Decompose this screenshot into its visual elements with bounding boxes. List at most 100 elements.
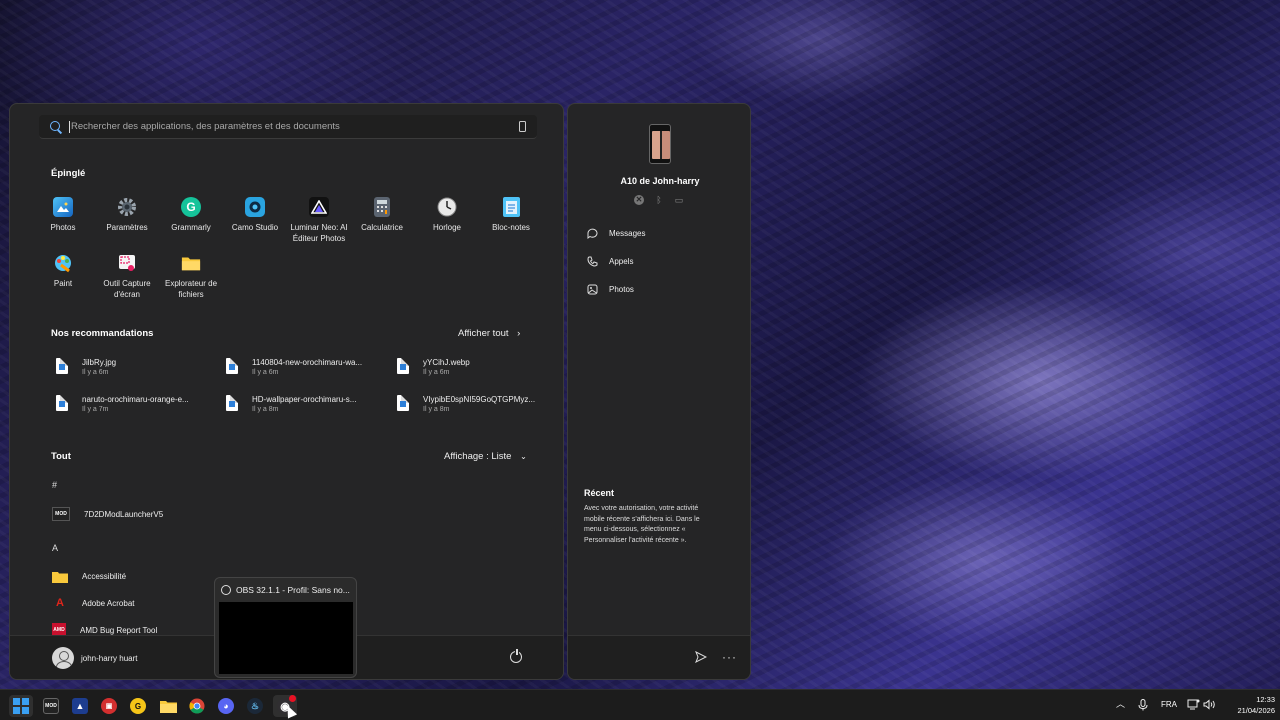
taskbar: MOD ▲ ▣ G ◕ ♨ ◉ ︿ FRA 12:33 21/04/2026	[0, 689, 1280, 720]
phone-nav-messages[interactable]: Messages	[587, 228, 645, 239]
taskbar-mod-launcher[interactable]: MOD	[39, 695, 63, 717]
recommendation-item[interactable]: 1140804-new-orochimaru-wa... Il y a 6m	[226, 358, 396, 376]
system-clock[interactable]: 12:33 21/04/2026	[1215, 694, 1275, 716]
language-indicator[interactable]: FRA	[1161, 700, 1177, 709]
mod-launcher-icon: MOD	[52, 507, 70, 521]
taskbar-app-4[interactable]: G	[126, 695, 150, 717]
recommendation-item[interactable]: HD-wallpaper-orochimaru-s... Il y a 8m	[226, 395, 396, 413]
disconnect-icon[interactable]: ✕	[634, 195, 644, 205]
microphone-icon[interactable]	[1138, 699, 1148, 715]
group-letter[interactable]: A	[52, 543, 58, 553]
view-toggle-label: Affichage : Liste	[444, 451, 512, 462]
taskbar-app-3[interactable]: ▣	[97, 695, 121, 717]
taskbar-steam[interactable]: ♨	[243, 695, 267, 717]
pinned-app-paint[interactable]: Paint	[31, 253, 95, 290]
phone-panel-footer: ···	[568, 635, 750, 679]
taskbar-discord[interactable]: ◕	[214, 695, 238, 717]
file-name: 1140804-new-orochimaru-wa...	[252, 358, 363, 367]
windows-start-icon[interactable]	[9, 695, 33, 717]
paint-icon	[53, 253, 73, 273]
app-list-label: Accessibilité	[82, 571, 127, 581]
battery-icon: ▭	[674, 195, 684, 205]
app-label: Bloc-notes	[492, 223, 530, 232]
view-toggle[interactable]: Affichage : Liste ⌄	[444, 451, 527, 462]
image-file-icon	[226, 395, 238, 411]
phone-call-icon	[587, 256, 598, 267]
app-icon-yellow: G	[130, 698, 146, 714]
app-label: Paint	[53, 279, 73, 288]
avatar[interactable]	[52, 647, 74, 669]
recommendation-item[interactable]: naruto-orochimaru-orange-e... Il y a 7m	[56, 395, 226, 413]
app-list-label: 7D2DModLauncherV5	[84, 509, 164, 519]
app-list-item[interactable]: Accessibilité	[52, 569, 126, 583]
taskbar-file-explorer[interactable]	[156, 695, 180, 717]
image-file-icon	[56, 358, 68, 374]
pinned-app-luminar[interactable]: Luminar Neo: AI Éditeur Photos	[287, 197, 351, 244]
user-name[interactable]: john-harry huart	[81, 654, 137, 663]
gear-icon	[117, 197, 137, 217]
chevron-down-icon: ⌄	[520, 452, 527, 461]
app-label: Luminar Neo: AI Éditeur Photos	[290, 223, 348, 243]
pinned-app-snipping-tool[interactable]: Outil Capture d'écran	[95, 253, 159, 300]
recommendations-title: Nos recommandations	[51, 328, 154, 339]
app-list-label: AMD Bug Report Tool	[80, 625, 158, 635]
search-icon	[49, 120, 63, 134]
file-time: Il y a 6m	[252, 369, 279, 376]
recommendation-item[interactable]: VIypibE0spNI59GoQTGPMyz... Il y a 8m	[397, 395, 563, 413]
mobile-device-icon[interactable]	[519, 121, 526, 132]
group-letter[interactable]: #	[52, 480, 57, 490]
chrome-icon	[189, 698, 205, 714]
file-time: Il y a 6m	[82, 369, 109, 376]
app-icon-red: ▣	[101, 698, 117, 714]
grammarly-icon: G	[181, 197, 201, 217]
image-file-icon	[397, 395, 409, 411]
app-label: Horloge	[432, 223, 461, 232]
preview-title: OBS 32.1.1 - Profil: Sans no...	[236, 585, 350, 595]
recent-title: Récent	[584, 488, 615, 498]
app-list-item[interactable]: MOD 7D2DModLauncherV5	[52, 507, 163, 521]
taskbar-chrome[interactable]	[185, 695, 209, 717]
folder-icon	[52, 569, 68, 583]
recommendation-item[interactable]: yYCihJ.webp Il y a 6m	[397, 358, 563, 376]
pinned-app-notepad[interactable]: Bloc-notes	[479, 197, 543, 234]
pinned-app-grammarly[interactable]: G Grammarly	[159, 197, 223, 234]
app-list-item[interactable]: A Adobe Acrobat	[52, 596, 134, 610]
file-name: JilbRy.jpg	[82, 358, 117, 367]
send-icon[interactable]	[695, 650, 708, 664]
recent-description: Avec votre autorisation, votre activité …	[584, 505, 700, 544]
search-input[interactable]	[71, 121, 511, 132]
snipping-tool-icon	[117, 253, 137, 273]
phone-nav-label: Photos	[609, 285, 634, 294]
more-options-icon[interactable]: ···	[722, 650, 737, 664]
camo-icon	[245, 197, 265, 217]
file-time: Il y a 8m	[252, 406, 279, 413]
preview-thumbnail[interactable]	[219, 602, 353, 674]
app-label: Camo Studio	[231, 223, 279, 232]
luminar-icon	[309, 197, 329, 217]
chevron-up-icon[interactable]: ︿	[1116, 698, 1125, 710]
photos-icon	[53, 197, 73, 217]
pinned-app-file-explorer[interactable]: Explorateur de fichiers	[159, 253, 223, 300]
device-name: A10 de John-harry	[620, 176, 700, 186]
file-explorer-icon	[159, 701, 177, 713]
clock-date: 21/04/2026	[1237, 706, 1275, 715]
show-all-link[interactable]: Afficher tout ›	[458, 328, 520, 339]
folder-icon	[181, 253, 201, 273]
pinned-app-clock[interactable]: Horloge	[415, 197, 479, 234]
phone-nav-photos[interactable]: Photos	[587, 284, 634, 295]
search-box[interactable]	[39, 115, 537, 139]
power-icon[interactable]	[510, 649, 522, 663]
phone-nav-calls[interactable]: Appels	[587, 256, 633, 267]
recommendation-item[interactable]: JilbRy.jpg Il y a 6m	[56, 358, 226, 376]
network-icon[interactable]	[1187, 699, 1200, 714]
pinned-app-calculator[interactable]: Calculatrice	[350, 197, 414, 234]
pinned-app-photos[interactable]: Photos	[31, 197, 95, 234]
taskbar-app-2[interactable]: ▲	[68, 695, 92, 717]
clock-icon	[437, 197, 457, 217]
image-file-icon	[226, 358, 238, 374]
obs-window-preview[interactable]: OBS 32.1.1 - Profil: Sans no...	[214, 577, 357, 678]
pinned-app-settings[interactable]: Paramètres	[95, 197, 159, 234]
app-label: Paramètres	[106, 223, 148, 232]
pinned-app-camo-studio[interactable]: Camo Studio	[223, 197, 287, 234]
mod-launcher-icon: MOD	[43, 698, 59, 714]
